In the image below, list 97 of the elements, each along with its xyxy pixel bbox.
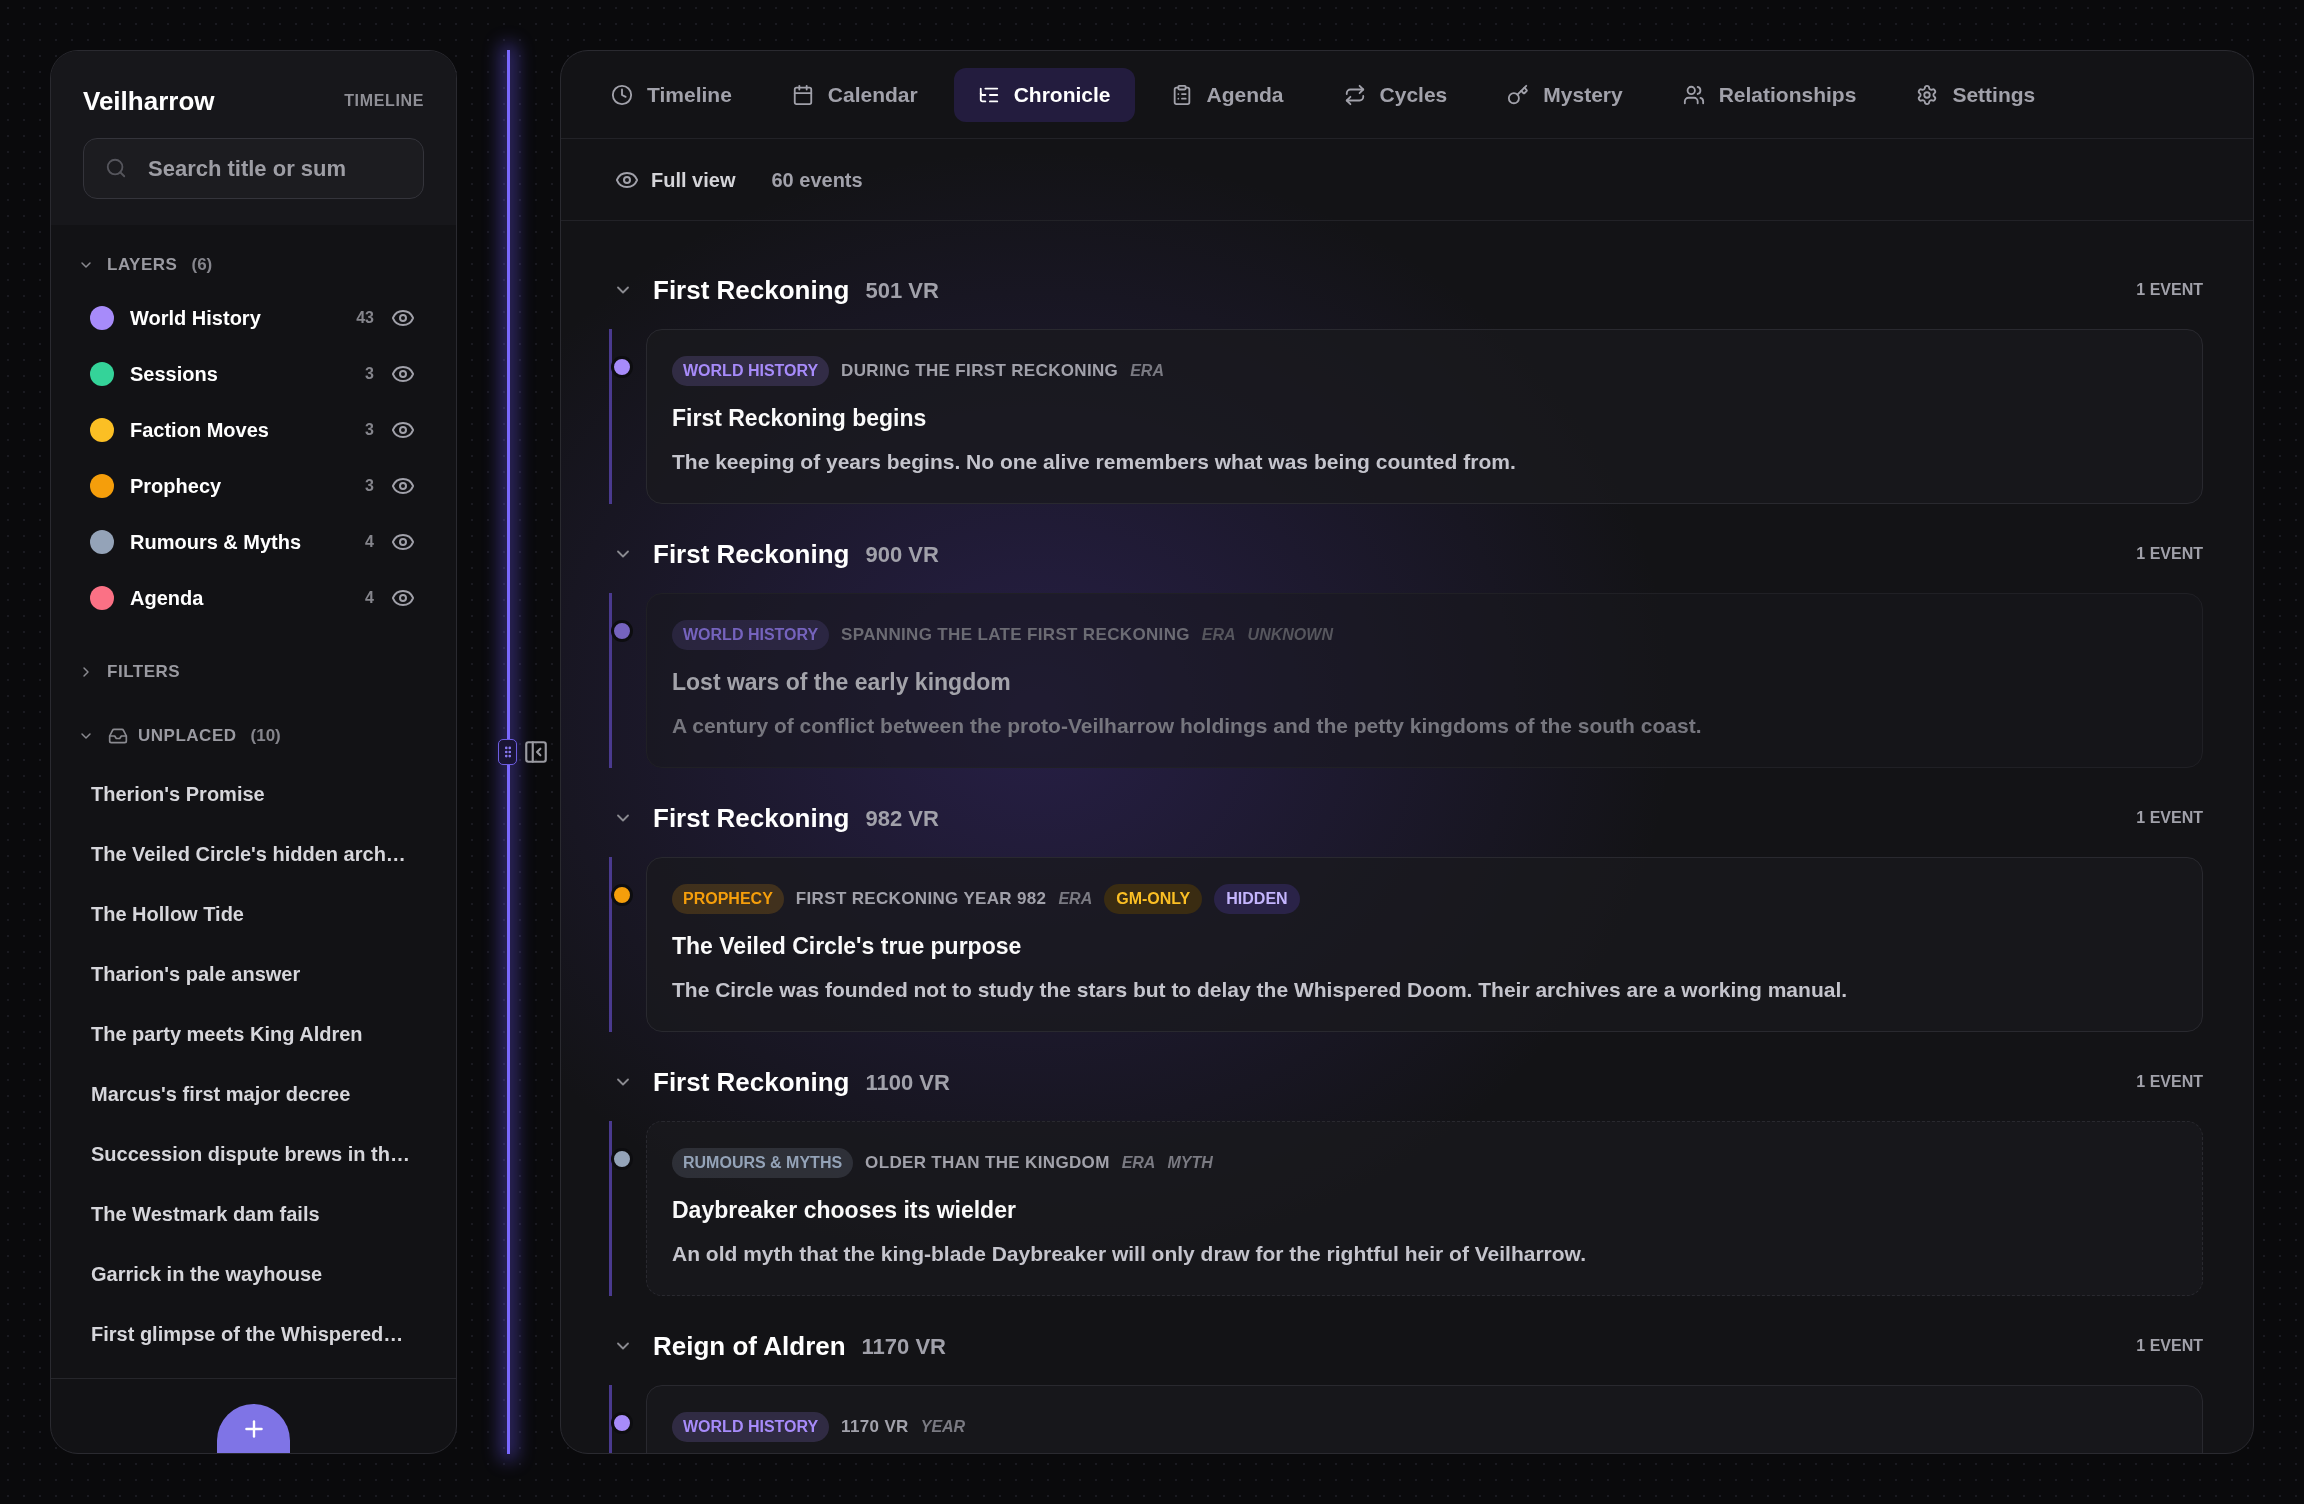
date-qualifier: YEAR — [920, 1417, 966, 1437]
era-year: 982 VR — [865, 804, 939, 833]
date-qualifier: ERA — [1201, 625, 1236, 645]
search-field[interactable]: Search title or sum — [83, 138, 424, 199]
layers-section-toggle[interactable]: LAYERS (6) — [78, 253, 213, 277]
era-year: 1100 VR — [865, 1068, 950, 1097]
layer-tag: WORLD HISTORY — [672, 356, 830, 386]
unplaced-event-item[interactable]: Marcus's first major decree — [91, 1079, 351, 1109]
layer-name[interactable]: Agenda — [130, 583, 204, 613]
app-title: Veilharrow — [83, 88, 215, 114]
event-summary: The keeping of years begins. No one alive remembers what was being counted from. — [672, 449, 1517, 475]
layer-count: 3 — [365, 476, 374, 496]
layer-name[interactable]: World History — [130, 303, 261, 333]
settings-icon — [1916, 83, 1939, 106]
era-title: First Reckoning — [653, 801, 850, 835]
layer-tag: PROPHECY — [672, 884, 784, 914]
event-date: OLDER THAN THE KINGDOM — [865, 1152, 1110, 1175]
users-icon — [1682, 83, 1705, 106]
unplaced-event-item[interactable]: The party meets King Aldren — [91, 1019, 363, 1049]
event-date: SPANNING THE LATE FIRST RECKONING — [841, 624, 1190, 647]
repeat-arrows-icon — [1343, 83, 1366, 106]
layer-tag: WORLD HISTORY — [672, 1412, 830, 1442]
layer-tag: WORLD HISTORY — [672, 620, 830, 650]
event-date: FIRST RECKONING YEAR 982 — [795, 888, 1047, 911]
layer-count: 3 — [365, 420, 374, 440]
era-title: First Reckoning — [653, 273, 850, 307]
unplaced-event-item[interactable]: Succession dispute brews in th… — [91, 1139, 410, 1169]
group-event-count: 1 EVENT — [2136, 544, 2203, 564]
era-year: 1170 VR — [861, 1332, 946, 1361]
tab[interactable]: Cycles — [1319, 67, 1472, 122]
era-title: Reign of Aldren — [653, 1329, 846, 1363]
drag-handle[interactable] — [498, 739, 517, 765]
tab[interactable]: Mystery — [1483, 67, 1647, 122]
date-qualifier: ERA — [1121, 1153, 1156, 1173]
search-icon — [105, 157, 127, 179]
tab[interactable]: Settings — [1892, 67, 2060, 122]
calendar-icon — [791, 83, 814, 106]
layer-count: 43 — [356, 308, 374, 328]
event-total: 60 events — [771, 167, 863, 193]
era-year: 900 VR — [865, 540, 939, 569]
event-title: First Reckoning begins — [672, 404, 928, 433]
era-title: First Reckoning — [653, 1065, 850, 1099]
layer-count: 3 — [365, 364, 374, 384]
gm-only-badge: GM-ONLY — [1104, 884, 1203, 914]
group-event-count: 1 EVENT — [2136, 1072, 2203, 1092]
timeline-rail — [609, 1385, 612, 1453]
unplaced-event-item[interactable]: Garrick in the wayhouse — [91, 1259, 323, 1289]
date-qualifier: ERA — [1130, 361, 1164, 381]
event-card[interactable] — [646, 857, 2203, 1032]
unplaced-event-item[interactable]: The Westmark dam fails — [91, 1199, 320, 1229]
date-qualifier: ERA — [1058, 889, 1093, 909]
event-date: DURING THE FIRST RECKONING — [841, 360, 1119, 383]
group-event-count: 1 EVENT — [2136, 808, 2203, 828]
unplaced-event-item[interactable]: Therion's Promise — [91, 779, 265, 809]
event-title: Lost wars of the early kingdom — [672, 668, 1012, 697]
unplaced-event-item[interactable]: The Hollow Tide — [91, 899, 244, 929]
layer-count: 4 — [365, 532, 374, 552]
layer-name[interactable]: Prophecy — [130, 471, 222, 501]
date-qualifier: UNKNOWN — [1247, 625, 1333, 645]
tab[interactable]: Agenda — [1146, 67, 1308, 122]
layer-name[interactable]: Sessions — [130, 359, 218, 389]
layer-name[interactable]: Rumours & Myths — [130, 527, 302, 557]
layer-count: 4 — [365, 588, 374, 608]
event-card[interactable]: WORLD HISTORY DURING THE FIRST RECKONING ERA First Reckoning begins The keeping of years begins. No one alive remembers what was being counted from. — [646, 329, 2203, 504]
app-subtitle: TIMELINE — [344, 93, 424, 109]
tab[interactable]: Timeline — [587, 67, 756, 122]
event-title: The Veiled Circle's true purpose — [672, 932, 1023, 961]
event-card[interactable]: WORLD HISTORY 1170 VR YEAR — [646, 1385, 2203, 1453]
unplaced-section-toggle[interactable]: UNPLACED (10) — [78, 724, 281, 748]
event-summary: A century of conflict between the proto-Veilharrow holdings and the petty kingdoms of the south coast. — [672, 713, 1703, 739]
event-summary: An old myth that the king-blade Daybreaker will only draw for the rightful heir of Veilharrow. — [672, 1241, 1587, 1267]
unplaced-event-item[interactable]: First glimpse of the Whispered… — [91, 1319, 404, 1349]
tab[interactable]: Relationships — [1658, 67, 1881, 122]
tab[interactable]: Chronicle — [953, 67, 1135, 122]
event-summary: The Circle was founded not to study the stars but to delay the Whispered Doom. Their archives are a working manual. — [672, 977, 1849, 1003]
layer-name[interactable]: Faction Moves — [130, 415, 269, 445]
view-mode-button[interactable]: Full view — [615, 164, 736, 195]
event-card[interactable]: RUMOURS & MYTHS OLDER THAN THE KINGDOM ERA MYTH Daybreaker chooses its wielder An old myth that the king-blade Daybreaker will only draw for the rightful heir of Veilharrow. — [646, 1121, 2203, 1296]
clock-icon — [611, 83, 633, 106]
event-title: Daybreaker chooses its wielder — [672, 1196, 1017, 1225]
date-qualifier: MYTH — [1167, 1153, 1213, 1173]
group-event-count: 1 EVENT — [2136, 280, 2203, 300]
filters-section-toggle[interactable]: FILTERS — [78, 660, 181, 684]
unplaced-event-item[interactable]: Tharion's pale answer — [91, 959, 301, 989]
era-title: First Reckoning — [653, 537, 850, 571]
hidden-badge: HIDDEN — [1214, 884, 1300, 914]
key-icon — [1507, 83, 1530, 106]
event-card[interactable]: WORLD HISTORY SPANNING THE LATE FIRST RECKONING ERA UNKNOWN Lost wars of the early kingdom A century of conflict between the proto-Veilharrow holdings and the petty kingdoms of the south coast. — [646, 593, 2203, 768]
inbox-icon — [108, 726, 128, 746]
group-event-count: 1 EVENT — [2136, 1336, 2203, 1356]
event-date: 1170 VR — [841, 1416, 909, 1439]
panel-collapse-icon[interactable] — [523, 739, 549, 765]
unplaced-event-item[interactable]: The Veiled Circle's hidden arch… — [91, 839, 406, 869]
add-event-button[interactable] — [217, 1404, 290, 1453]
layer-tag: RUMOURS & MYTHS — [672, 1148, 854, 1178]
tab[interactable]: Calendar — [767, 67, 942, 122]
era-year: 501 VR — [865, 276, 939, 305]
